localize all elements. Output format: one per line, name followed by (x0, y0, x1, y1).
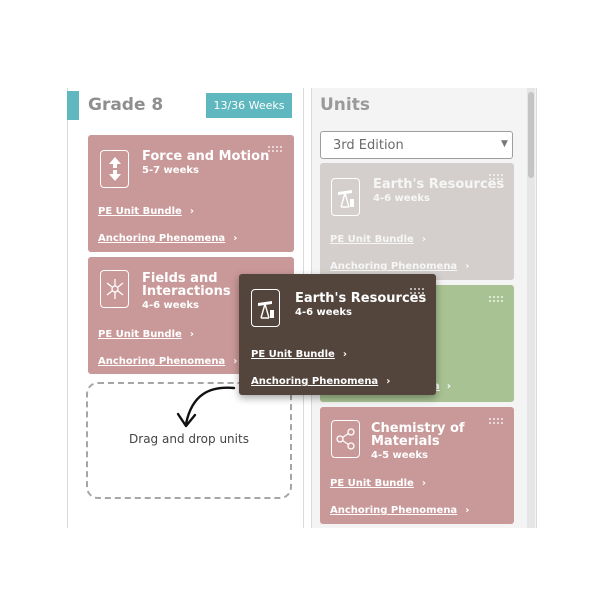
grade-unit-card-force-and-motion[interactable]: Force and Motion 5-7 weeks PE Unit Bundl… (88, 135, 294, 252)
chevron-right-icon: › (465, 505, 470, 516)
chevron-right-icon: › (189, 329, 195, 340)
magnet-fields-icon (100, 270, 129, 308)
chevron-right-icon: › (465, 261, 470, 272)
scrollbar-thumb[interactable] (528, 92, 534, 178)
force-arrows-icon (100, 150, 129, 188)
unit-card-earths-resources-placeholder[interactable]: Earth's Resources 4-6 weeks PE Unit Bund… (320, 163, 514, 280)
drag-handle-icon[interactable] (268, 146, 284, 154)
chevron-right-icon: › (233, 233, 238, 244)
grade-accent-bar (67, 91, 79, 120)
pe-unit-bundle-link[interactable]: PE Unit Bundle › (330, 471, 426, 490)
oil-pump-icon (251, 289, 280, 327)
pe-unit-bundle-link[interactable]: PE Unit Bundle › (98, 322, 194, 341)
chevron-right-icon: › (446, 381, 451, 392)
edition-select-value: 3rd Edition (333, 137, 404, 153)
pe-unit-bundle-link[interactable]: PE Unit Bundle › (330, 227, 426, 246)
chevron-right-icon: › (342, 349, 348, 360)
anchoring-phenomena-link[interactable]: Anchoring Phenomena › (98, 226, 237, 245)
drag-handle-icon[interactable] (489, 418, 505, 426)
chevron-right-icon: › (233, 356, 238, 367)
oil-pump-icon (331, 178, 360, 216)
anchoring-phenomena-link[interactable]: Anchoring Phenomena › (98, 349, 237, 368)
drag-handle-icon[interactable] (489, 296, 505, 304)
weeks-badge: 13/36 Weeks (206, 93, 292, 118)
anchoring-phenomena-link[interactable]: Anchoring Phenomena › (251, 369, 390, 388)
grade-title: Grade 8 (88, 95, 164, 115)
card-title: Force and Motion (142, 149, 270, 164)
chevron-right-icon: › (386, 376, 391, 387)
molecule-icon (331, 420, 360, 458)
anchoring-phenomena-link[interactable]: Anchoring Phenomena › (330, 498, 469, 517)
drag-handle-icon[interactable] (410, 288, 426, 296)
card-weeks: 4-6 weeks (142, 300, 199, 311)
chevron-right-icon: › (421, 234, 427, 245)
units-title: Units (320, 95, 370, 115)
anchoring-phenomena-link[interactable]: Anchoring Phenomena › (330, 254, 469, 273)
card-title-line-2: Interactions (142, 284, 231, 299)
card-title: Earth's Resources (373, 177, 505, 192)
card-weeks: 4-6 weeks (373, 193, 430, 204)
pe-unit-bundle-link[interactable]: PE Unit Bundle › (98, 199, 194, 218)
chevron-right-icon: › (421, 478, 427, 489)
drag-handle-icon[interactable] (489, 174, 505, 182)
drag-arrow-icon (176, 386, 236, 428)
dragged-unit-card-earths-resources[interactable]: Earth's Resources 4-6 weeks PE Unit Bund… (239, 274, 436, 395)
card-weeks: 4-5 weeks (371, 450, 428, 461)
card-weeks: 5-7 weeks (142, 165, 199, 176)
caret-down-icon: ▼ (501, 139, 508, 149)
card-title: Earth's Resources (295, 291, 427, 306)
chevron-right-icon: › (189, 206, 195, 217)
edition-select[interactable]: 3rd Edition (320, 131, 513, 159)
card-title-line-2: Materials (371, 434, 440, 449)
card-weeks: 4-6 weeks (295, 307, 352, 318)
pe-unit-bundle-link[interactable]: PE Unit Bundle › (251, 342, 347, 361)
unit-card-chemistry-of-materials[interactable]: Chemistry of Materials 4-5 weeks PE Unit… (320, 407, 514, 524)
